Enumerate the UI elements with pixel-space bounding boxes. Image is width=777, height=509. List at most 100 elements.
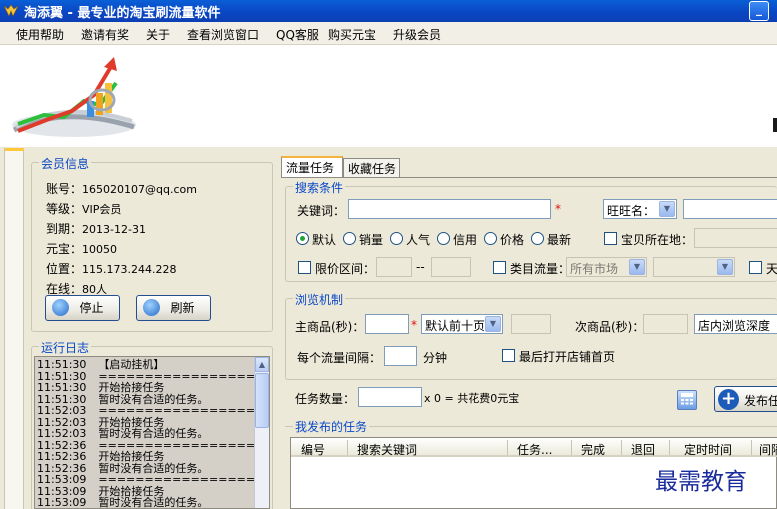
stop-icon	[52, 299, 69, 316]
publish-task-button[interactable]: + 发布任	[714, 386, 777, 412]
task-count-input[interactable]	[358, 387, 422, 407]
market-value: 所有市场	[570, 262, 619, 276]
dock-tab-highlight	[5, 148, 24, 151]
interval-unit: 分钟	[423, 351, 448, 365]
menu-item-buy-coins[interactable]: 购买元宝	[328, 26, 376, 43]
column-header-id[interactable]: 编号	[301, 441, 325, 458]
member-row-expire: 到期：2013-12-31	[46, 220, 146, 237]
account-value: 165020107@qq.com	[82, 183, 197, 196]
level-label: 等级：	[46, 202, 83, 216]
chevron-down-icon: ▼	[659, 201, 675, 217]
menu-item-invite[interactable]: 邀请有奖	[81, 26, 129, 43]
table-header: 编号 搜索关键词 任务... 完成 退回 定时时间 间隔	[291, 438, 777, 457]
menu-item-view-browser[interactable]: 查看浏览窗口	[187, 26, 259, 43]
tab-favorite-task[interactable]: 收藏任务	[343, 158, 400, 177]
wangwang-select[interactable]: 旺旺名： ▼	[603, 199, 677, 219]
left-dock-strip[interactable]	[4, 148, 24, 509]
scroll-up-arrow-icon[interactable]: ▲	[255, 357, 269, 372]
main-item-page-select[interactable]: 默认前十页 ▼	[421, 314, 503, 334]
sort-radio-popularity[interactable]	[390, 232, 403, 245]
main-item-label: 主商品(秒)：	[295, 320, 365, 334]
minimize-button[interactable]: _	[749, 1, 769, 21]
extra-checkbox[interactable]	[749, 261, 762, 274]
price-max-input[interactable]	[431, 257, 471, 277]
published-tasks-caption: 我发布的任务	[293, 418, 370, 435]
refresh-icon	[143, 299, 160, 316]
category-traffic-label: 类目流量：	[510, 262, 571, 276]
browse-mechanism-caption: 浏览机制	[293, 291, 346, 308]
column-separator	[347, 440, 348, 455]
menu-item-upgrade[interactable]: 升级会员	[393, 26, 441, 43]
window-title: 淘添翼 - 最专业的淘宝刷流量软件	[24, 6, 221, 21]
menu-item-help[interactable]: 使用帮助	[16, 26, 64, 43]
log-scrollbar[interactable]: ▲	[254, 357, 269, 508]
sort-radio-default[interactable]	[296, 232, 309, 245]
sort-label-popularity: 人气	[406, 233, 431, 247]
member-row-ip: 位置：115.173.244.228	[46, 260, 177, 277]
sort-label-default: 默认	[312, 233, 337, 247]
banner-scroll-marker	[773, 118, 777, 132]
sort-radio-sales[interactable]	[343, 232, 356, 245]
growth-chart-logo-icon	[12, 57, 136, 137]
search-conditions-caption: 搜索条件	[293, 179, 346, 196]
main-item-seconds-input[interactable]	[365, 314, 409, 334]
stop-button[interactable]: 停止	[45, 295, 120, 321]
wangwang-label: 旺旺名：	[607, 204, 656, 218]
category-traffic-checkbox[interactable]	[493, 261, 506, 274]
ip-label: 位置：	[46, 262, 83, 276]
chevron-down-icon: ▼	[629, 259, 645, 275]
scroll-thumb[interactable]	[255, 373, 269, 428]
log-text: 暂时没有合适的任务。	[98, 496, 209, 509]
member-info-caption: 会员信息	[39, 155, 92, 172]
column-separator	[507, 440, 508, 455]
right-panel: 流量任务 收藏任务 搜索条件 关键词： * 旺旺名： ▼ 默认 销量 人气 信用…	[279, 150, 777, 509]
price-range-label: 限价区间：	[315, 262, 376, 276]
column-header-schedule[interactable]: 定时时间	[684, 441, 732, 458]
plus-icon: +	[718, 389, 739, 410]
level-value: VIP会员	[82, 203, 122, 216]
coins-label: 元宝：	[46, 242, 83, 256]
subcategory-select[interactable]: ▼	[653, 257, 735, 277]
ip-value: 115.173.244.228	[82, 263, 177, 276]
price-range-checkbox[interactable]	[298, 261, 311, 274]
run-log-box[interactable]: 11:51:30【启动挂机】11:51:30==================…	[34, 356, 270, 509]
main-item-extra-input[interactable]	[511, 314, 551, 334]
market-select[interactable]: 所有市场 ▼	[566, 257, 647, 277]
column-header-task[interactable]: 任务...	[517, 441, 552, 458]
left-panel: 会员信息 账号：165020107@qq.com 等级：VIP会员 到期：201…	[28, 150, 274, 509]
log-time: 11:53:09	[37, 496, 87, 509]
account-label: 账号：	[46, 182, 83, 196]
column-header-keyword[interactable]: 搜索关键词	[357, 441, 417, 458]
sort-radio-credit[interactable]	[437, 232, 450, 245]
open-shop-checkbox[interactable]	[502, 349, 515, 362]
browse-depth-select[interactable]: 店内浏览深度	[694, 314, 777, 334]
member-row-level: 等级：VIP会员	[46, 200, 121, 217]
interval-input[interactable]	[384, 346, 417, 366]
price-min-input[interactable]	[376, 257, 412, 277]
task-count-label: 任务数量：	[295, 392, 356, 406]
location-input[interactable]	[694, 228, 777, 248]
menu-item-about[interactable]: 关于	[146, 26, 170, 43]
column-header-return[interactable]: 退回	[631, 441, 655, 458]
sub-item-seconds-input[interactable]	[643, 314, 688, 334]
column-header-interval[interactable]: 间隔	[759, 441, 777, 458]
menu-item-qq-service[interactable]: QQ客服	[276, 26, 319, 43]
keyword-label: 关键词：	[297, 204, 346, 218]
tab-traffic-task[interactable]: 流量任务	[281, 156, 343, 178]
banner	[0, 45, 777, 147]
calculator-icon[interactable]	[677, 390, 697, 410]
sort-label-price: 价格	[500, 233, 525, 247]
price-separator: --	[416, 260, 425, 274]
location-checkbox[interactable]	[604, 232, 617, 245]
wangwang-input[interactable]	[683, 199, 777, 219]
browse-depth-value: 店内浏览深度	[698, 319, 771, 333]
sort-radio-newest[interactable]	[531, 232, 544, 245]
sort-radio-price[interactable]	[484, 232, 497, 245]
main-item-required-mark: *	[411, 318, 417, 332]
expire-label: 到期：	[46, 222, 83, 236]
column-header-complete[interactable]: 完成	[581, 441, 605, 458]
keyword-input[interactable]	[348, 199, 551, 219]
column-separator	[621, 440, 622, 455]
refresh-button[interactable]: 刷新	[136, 295, 211, 321]
online-label: 在线：	[46, 282, 83, 296]
